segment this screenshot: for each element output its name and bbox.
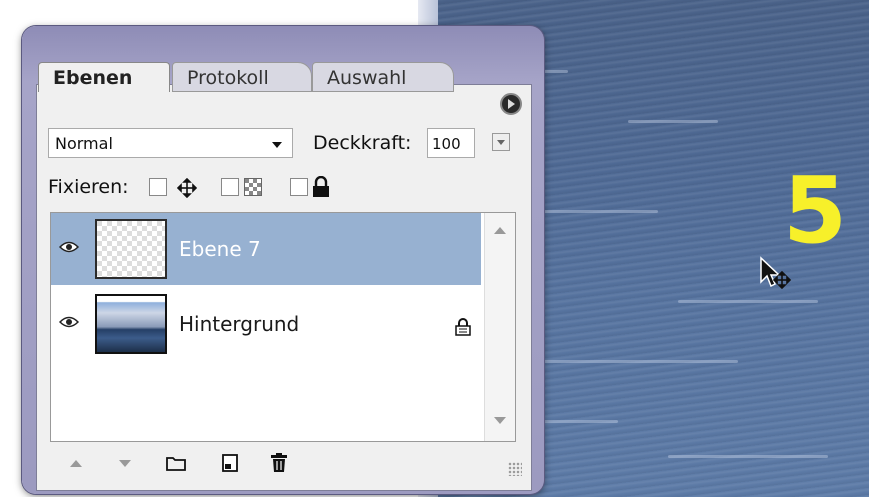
overlay-number: 5 (783, 157, 848, 264)
eye-icon[interactable] (59, 240, 79, 254)
blend-mode-value: Normal (55, 134, 113, 153)
blend-mode-select[interactable]: Normal (48, 128, 293, 158)
chevron-down-icon (272, 142, 282, 148)
opacity-label: Deckkraft: (313, 132, 412, 154)
layer-name[interactable]: Hintergrund (179, 312, 299, 336)
layer-list-scrollbar[interactable] (484, 213, 515, 441)
layer-thumbnail (95, 294, 167, 354)
scroll-up-icon[interactable] (494, 227, 506, 234)
move-down-icon[interactable] (119, 460, 131, 467)
resize-grip-icon[interactable] (508, 462, 522, 476)
lock-position-icon (177, 178, 197, 198)
lock-transparency-icon (244, 178, 262, 196)
lock-position-checkbox[interactable] (149, 178, 167, 196)
tab-protokoll[interactable]: Protokoll (172, 62, 312, 92)
water-shine (538, 360, 738, 363)
opacity-input[interactable]: 100 (427, 128, 475, 158)
lock-all-icon (313, 176, 329, 197)
panel-menu-icon[interactable] (500, 93, 522, 115)
layer-name[interactable]: Ebene 7 (179, 237, 261, 261)
move-up-icon[interactable] (70, 460, 82, 467)
new-layer-icon[interactable] (222, 454, 238, 472)
layer-list: Ebene 7 Hintergrund (50, 212, 516, 442)
lock-icon (455, 318, 471, 336)
layer-row[interactable]: Ebene 7 (51, 213, 481, 285)
lock-label: Fixieren: (48, 176, 129, 198)
desktop-stage: 5 Ebenen Protokoll Auswahl Normal Deckkr… (0, 0, 869, 497)
water-shine (678, 300, 818, 303)
layers-bottom-toolbar (50, 444, 522, 482)
layer-thumbnail (95, 219, 167, 279)
water-shine (668, 455, 828, 458)
tab-ebenen[interactable]: Ebenen (38, 62, 170, 92)
tab-auswahl[interactable]: Auswahl (312, 62, 454, 92)
layer-row[interactable]: Hintergrund (51, 288, 481, 360)
water-shine (628, 120, 718, 123)
opacity-dropdown-button[interactable] (492, 133, 510, 151)
lock-transparency-checkbox[interactable] (221, 178, 239, 196)
scroll-down-icon[interactable] (494, 417, 506, 424)
new-group-icon[interactable] (166, 455, 186, 471)
lock-all-checkbox[interactable] (290, 178, 308, 196)
move-cursor-icon (760, 256, 792, 290)
eye-icon[interactable] (59, 315, 79, 329)
trash-icon[interactable] (270, 453, 288, 473)
